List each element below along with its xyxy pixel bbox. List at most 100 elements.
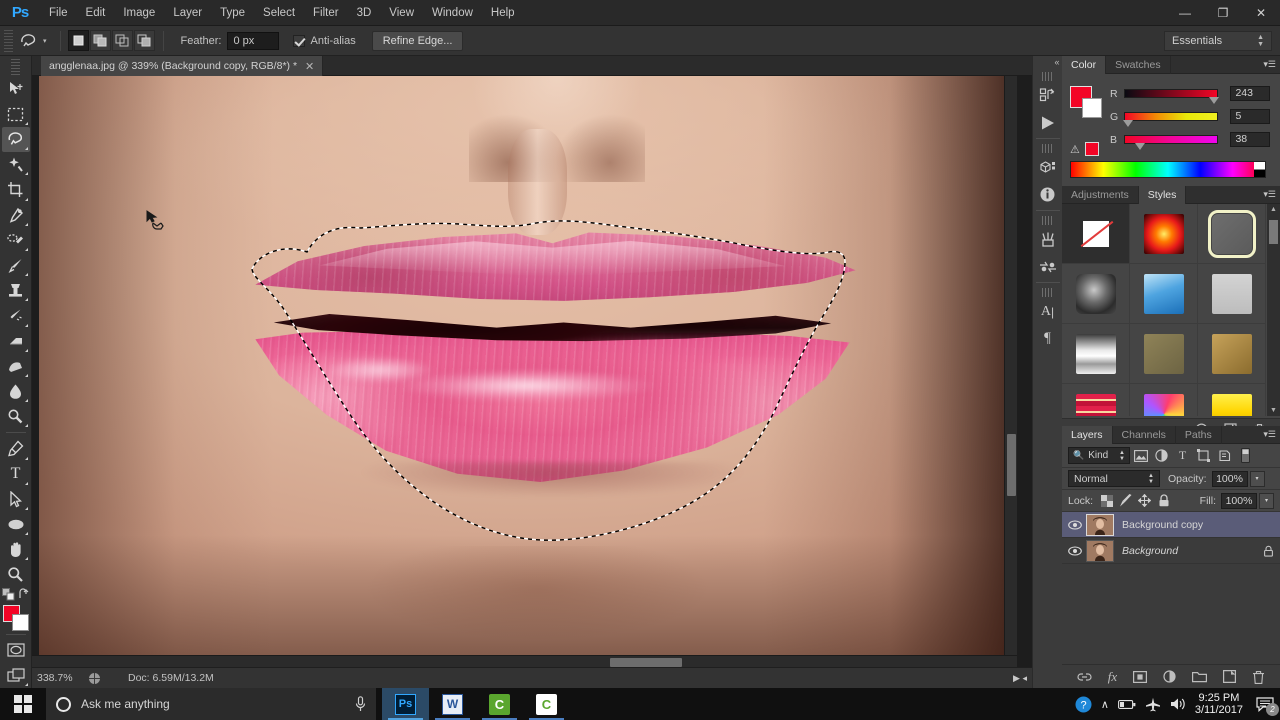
show-hidden-icons-chevron-icon[interactable]: ∧ (1101, 698, 1109, 711)
lock-position-icon[interactable] (1135, 491, 1154, 511)
blue-value[interactable]: 38 (1230, 132, 1270, 147)
zoom-tool[interactable] (2, 562, 30, 587)
blue-slider-thumb[interactable] (1134, 143, 1145, 150)
notification-center-icon[interactable]: 2 (1256, 696, 1279, 716)
paragraph-icon[interactable]: ¶ (1035, 325, 1061, 352)
3d-icon[interactable] (1035, 154, 1061, 181)
foreground-background-colors[interactable] (2, 604, 30, 631)
help-icon[interactable]: ? (1075, 696, 1092, 713)
dock-group-grip-3[interactable] (1041, 216, 1054, 225)
tab-adjustments[interactable]: Adjustments (1062, 185, 1139, 204)
tab-color[interactable]: Color (1062, 55, 1107, 74)
menu-select[interactable]: Select (254, 0, 304, 26)
lock-all-icon[interactable] (1154, 491, 1173, 511)
volume-icon[interactable] (1170, 697, 1186, 711)
in-gamut-color-swatch[interactable] (1084, 142, 1099, 156)
taskbar-camtasia-editor[interactable]: C (476, 688, 523, 720)
tab-styles[interactable]: Styles (1138, 185, 1187, 204)
filter-adjustment-icon[interactable] (1151, 446, 1172, 466)
taskbar-clock[interactable]: 9:25 PM 3/11/2017 (1195, 692, 1243, 716)
quick-selection-tool[interactable] (2, 152, 30, 177)
default-colors-icon[interactable] (1, 587, 15, 601)
style-chrome[interactable] (1062, 324, 1130, 384)
new-adjustment-layer-icon[interactable] (1163, 670, 1176, 683)
canvas-horizontal-scrollbar[interactable] (32, 655, 1017, 667)
style-dark-button[interactable] (1062, 264, 1130, 324)
refine-edge-button[interactable]: Refine Edge... (371, 30, 464, 51)
actions-play-icon[interactable] (1035, 109, 1061, 136)
filter-kind-select[interactable]: 🔍 Kind ▲ ▼ (1068, 447, 1130, 464)
style-gray-rounded[interactable] (1198, 204, 1266, 264)
rectangular-marquee-tool[interactable] (2, 102, 30, 127)
menu-edit[interactable]: Edit (77, 0, 115, 26)
eyedropper-tool[interactable] (2, 203, 30, 228)
image-canvas[interactable] (39, 76, 1017, 664)
horizontal-scroll-thumb[interactable] (610, 658, 682, 667)
styles-scroll-up-icon[interactable]: ▲ (1267, 206, 1280, 213)
restore-button[interactable]: ❐ (1204, 0, 1242, 26)
microphone-icon[interactable] (355, 696, 366, 712)
styles-panel-menu-icon[interactable]: ▾☰ (1263, 189, 1276, 200)
tab-channels[interactable]: Channels (1113, 425, 1176, 444)
color-background-swatch[interactable] (1082, 98, 1102, 118)
styles-scroll-thumb[interactable] (1269, 220, 1278, 244)
styles-scroll-down-icon[interactable]: ▼ (1267, 407, 1280, 414)
link-layers-icon[interactable] (1077, 671, 1092, 683)
background-color-swatch[interactable] (11, 613, 29, 631)
lock-image-pixels-icon[interactable] (1116, 491, 1135, 511)
taskbar-word[interactable]: W (429, 688, 476, 720)
lasso-tool[interactable] (1, 126, 30, 153)
menu-filter[interactable]: Filter (304, 0, 348, 26)
menu-image[interactable]: Image (114, 0, 164, 26)
style-sky-blue[interactable] (1130, 264, 1198, 324)
red-slider-thumb[interactable] (1208, 97, 1219, 104)
subtract-from-selection-button[interactable] (111, 30, 133, 51)
new-group-icon[interactable] (1192, 671, 1208, 683)
toolbar-grip[interactable] (11, 59, 20, 75)
opacity-value[interactable]: 100% (1211, 470, 1248, 487)
taskbar-photoshop[interactable]: Ps (382, 688, 429, 720)
spot-healing-brush-tool[interactable] (2, 228, 30, 253)
crop-tool[interactable] (2, 177, 30, 202)
history-icon[interactable] (1035, 82, 1061, 109)
dock-group-grip-2[interactable] (1041, 144, 1054, 153)
tab-paths[interactable]: Paths (1176, 425, 1222, 444)
style-red-stripes[interactable] (1062, 384, 1130, 416)
dock-group-grip-1[interactable] (1041, 72, 1054, 81)
style-light-gray[interactable] (1198, 264, 1266, 324)
path-selection-tool[interactable] (2, 487, 30, 512)
blend-mode-select[interactable]: Normal ▲ ▼ (1068, 470, 1160, 487)
style-gold-tan[interactable] (1198, 324, 1266, 384)
horizontal-type-tool[interactable]: T (2, 462, 30, 487)
add-to-selection-button[interactable] (89, 30, 111, 51)
hand-tool[interactable] (2, 537, 30, 562)
tool-preset-chevron-icon[interactable]: ▾ (43, 37, 47, 45)
menu-help[interactable]: Help (482, 0, 524, 26)
filter-toggle-icon[interactable] (1235, 446, 1256, 466)
start-button[interactable] (0, 688, 46, 720)
new-layer-icon[interactable] (1223, 670, 1237, 683)
style-yellow-bevel[interactable] (1198, 384, 1266, 416)
tab-swatches[interactable]: Swatches (1106, 55, 1171, 74)
layer-row-background[interactable]: Background (1062, 538, 1280, 564)
info-icon[interactable] (1035, 181, 1061, 208)
color-panel-menu-icon[interactable]: ▾☰ (1263, 59, 1276, 70)
eraser-tool[interactable] (2, 329, 30, 354)
minimize-button[interactable]: — (1166, 0, 1204, 26)
pen-tool[interactable] (2, 436, 30, 461)
quick-mask-mode-button[interactable] (2, 638, 30, 663)
brush-tool[interactable] (2, 253, 30, 278)
layer-visibility-icon[interactable] (1068, 545, 1086, 556)
delete-layer-icon[interactable] (1252, 670, 1265, 684)
layer-row-background-copy[interactable]: Background copy (1062, 512, 1280, 538)
tab-layers[interactable]: Layers (1062, 425, 1113, 444)
intersect-with-selection-button[interactable] (133, 30, 155, 51)
filter-pixel-icon[interactable] (1130, 446, 1151, 466)
blue-slider[interactable] (1123, 135, 1219, 150)
ellipse-tool[interactable] (2, 512, 30, 537)
style-rainbow-marble[interactable] (1130, 384, 1198, 416)
close-document-icon[interactable]: ✕ (305, 60, 314, 73)
green-value[interactable]: 5 (1230, 109, 1270, 124)
document-tab[interactable]: angglenaa.jpg @ 339% (Background copy, R… (41, 56, 324, 76)
layer-style-fx-icon[interactable]: fx (1108, 669, 1117, 685)
